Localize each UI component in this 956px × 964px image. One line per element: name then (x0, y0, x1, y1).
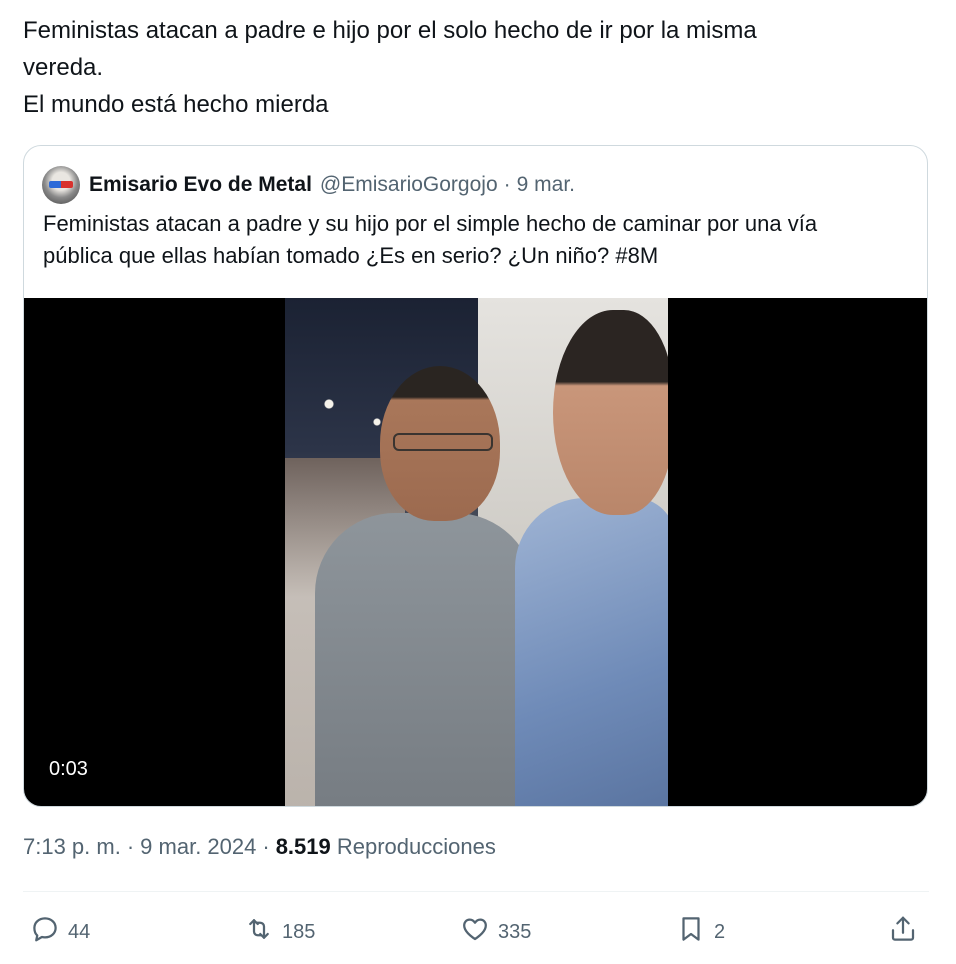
reply-count: 44 (68, 920, 91, 943)
like-count: 335 (498, 920, 532, 943)
avatar[interactable] (42, 166, 80, 204)
separator: · (126, 834, 135, 859)
reply-button[interactable]: 44 (30, 910, 90, 954)
quoted-tweet-header: Emisario Evo de Metal @EmisarioGorgojo ·… (42, 165, 575, 205)
views-label: Reproducciones (336, 834, 496, 859)
video-player[interactable]: 0:03 (24, 298, 927, 806)
share-button[interactable] (888, 910, 918, 954)
separator: · (262, 834, 270, 859)
tweet-text: Feministas atacan a padre e hijo por el … (23, 12, 923, 123)
author-handle[interactable]: @EmisarioGorgojo (320, 173, 498, 197)
quoted-tweet-card[interactable]: Emisario Evo de Metal @EmisarioGorgojo ·… (23, 145, 928, 807)
quoted-tweet-text: Feministas atacan a padre y su hijo por … (43, 208, 913, 272)
divider (23, 891, 929, 892)
tweet-meta: 7:13 p. m. · 9 mar. 2024 · 8.519 Reproduccio… (23, 834, 496, 860)
reply-icon (30, 914, 60, 950)
video-duration: 0:03 (49, 758, 88, 780)
author-name[interactable]: Emisario Evo de Metal (89, 173, 312, 197)
bookmark-icon (676, 914, 706, 950)
heart-icon (460, 914, 490, 950)
repost-count: 185 (282, 920, 316, 943)
quote-text-line: Feministas atacan a padre y su hijo por … (43, 211, 818, 236)
tweet-time[interactable]: 7:13 p. m. (23, 834, 121, 859)
tweet-text-line: vereda. (23, 54, 104, 81)
repost-button[interactable]: 185 (244, 910, 315, 954)
action-bar: 44 185 335 2 (0, 910, 956, 954)
bookmark-button[interactable]: 2 (676, 910, 725, 954)
views-count: 8.519 (275, 834, 331, 859)
tweet-date[interactable]: 9 mar. 2024 (140, 834, 256, 859)
video-thumbnail (285, 298, 668, 806)
tweet-text-line: Feministas atacan a padre e hijo por el … (23, 17, 757, 44)
repost-icon (244, 914, 274, 950)
quote-date[interactable]: 9 mar. (517, 173, 575, 197)
bookmark-count: 2 (714, 920, 726, 943)
like-button[interactable]: 335 (460, 910, 531, 954)
quote-text-line: pública que ellas habían tomado ¿Es en s… (43, 243, 659, 268)
share-icon (888, 914, 918, 950)
tweet-text-line: El mundo está hecho mierda (23, 91, 329, 118)
separator: · (503, 173, 511, 196)
